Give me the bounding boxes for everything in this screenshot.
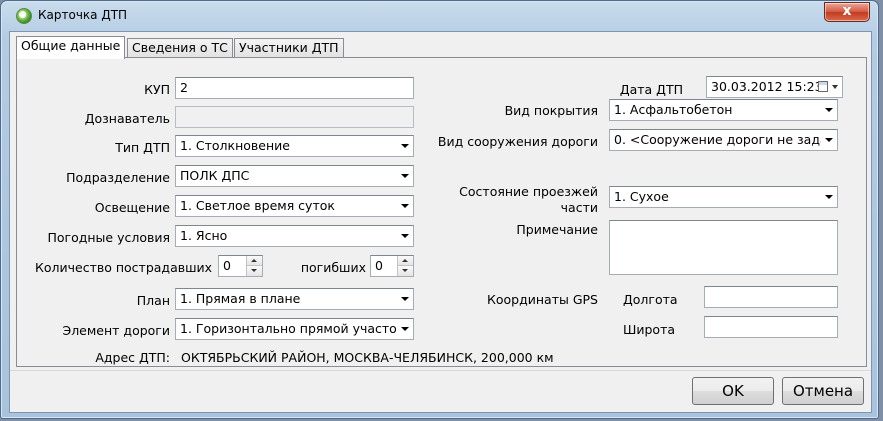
sostoyanie-label-line2: части	[560, 200, 598, 215]
vid-pokrytiya-select[interactable]: 1. Асфальтобетон	[609, 99, 838, 121]
pogibshie-stepper[interactable]: 0	[370, 255, 414, 277]
tab-general-label: Общие данные	[21, 38, 121, 53]
calendar-icon[interactable]	[818, 81, 828, 92]
kup-value: 2	[180, 80, 188, 95]
chevron-down-icon[interactable]	[821, 100, 837, 120]
vid-sooruzheniya-label: Вид сооружения дороги	[437, 134, 598, 149]
kup-input[interactable]: 2	[175, 77, 414, 99]
chevron-down-icon[interactable]	[397, 289, 413, 309]
tab-participants[interactable]: Участники ДТП	[234, 38, 344, 58]
spin-up-icon[interactable]	[247, 256, 262, 266]
primechanie-label: Примечание	[516, 222, 598, 237]
osveshchenie-value: 1. Светлое время суток	[180, 198, 335, 213]
kup-label: КУП	[144, 82, 170, 97]
ok-button[interactable]: OK	[692, 377, 774, 405]
plan-select[interactable]: 1. Прямая в плане	[175, 288, 414, 310]
element-dorogi-value: 1. Горизонтально прямой участок	[180, 321, 405, 336]
dialog-window: Карточка ДТП x Общие данные Сведения о Т…	[0, 0, 879, 419]
postradavshie-stepper[interactable]: 0	[218, 255, 263, 277]
element-dorogi-select[interactable]: 1. Горизонтально прямой участок	[175, 318, 414, 340]
chevron-down-icon[interactable]	[821, 187, 837, 207]
app-icon	[16, 8, 32, 24]
chevron-down-icon[interactable]	[397, 319, 413, 339]
osveshchenie-label: Освещение	[94, 200, 170, 215]
pogoda-select[interactable]: 1. Ясно	[175, 225, 414, 247]
podrazdelenie-value: ПОЛК ДПС	[180, 168, 250, 183]
footer-divider	[10, 370, 871, 371]
gps-label: Координаты GPS	[487, 292, 598, 307]
cancel-button[interactable]: Отмена	[782, 377, 864, 405]
pogibshie-label: погибших	[300, 260, 366, 275]
doznavatel-label: Дознаватель	[84, 111, 170, 126]
podrazdelenie-label: Подразделение	[66, 170, 170, 185]
plan-label: План	[136, 293, 170, 308]
window-title: Карточка ДТП	[38, 8, 128, 22]
doznavatel-input[interactable]	[175, 106, 414, 128]
spin-buttons	[397, 256, 413, 276]
spin-up-icon[interactable]	[398, 256, 413, 266]
dialog-client-area: Общие данные Сведения о ТС Участники ДТП…	[9, 31, 872, 413]
close-button[interactable]: x	[824, 2, 870, 22]
chevron-down-icon[interactable]	[397, 136, 413, 156]
tab-participants-label: Участники ДТП	[239, 40, 339, 55]
general-tab-panel: КУП 2 Дознаватель Тип ДТП 1. Столкновени…	[16, 57, 867, 367]
title-bar[interactable]: Карточка ДТП x	[1, 1, 878, 31]
chevron-down-icon[interactable]	[832, 85, 838, 89]
close-icon: x	[842, 3, 852, 19]
tab-general[interactable]: Общие данные	[16, 36, 126, 59]
shirota-label: Широта	[623, 322, 676, 337]
pogibshie-value: 0	[375, 258, 383, 273]
element-dorogi-label: Элемент дороги	[62, 323, 170, 338]
pogoda-label: Погодные условия	[47, 230, 170, 245]
chevron-down-icon[interactable]	[397, 166, 413, 186]
spin-down-icon[interactable]	[398, 266, 413, 276]
chevron-down-icon[interactable]	[397, 226, 413, 246]
postradavshie-label: Количество пострадавших	[35, 260, 213, 275]
dolgota-label: Долгота	[623, 292, 678, 307]
postradavshie-value: 0	[223, 258, 231, 273]
shirota-input[interactable]	[704, 316, 838, 338]
adres-value: ОКТЯБРЬСКИЙ РАЙОН, МОСКВА-ЧЕЛЯБИНСК, 200…	[181, 350, 554, 365]
osveshchenie-select[interactable]: 1. Светлое время суток	[175, 195, 414, 217]
data-dtp-picker[interactable]: 30.03.2012 15:23	[706, 76, 843, 98]
spin-buttons	[246, 256, 262, 276]
plan-value: 1. Прямая в плане	[180, 291, 301, 306]
podrazdelenie-select[interactable]: ПОЛК ДПС	[175, 165, 414, 187]
pogoda-value: 1. Ясно	[180, 228, 228, 243]
vid-pokrytiya-value: 1. Асфальтобетон	[614, 102, 733, 117]
tip-dtp-select[interactable]: 1. Столкновение	[175, 135, 414, 157]
chevron-down-icon[interactable]	[397, 196, 413, 216]
data-dtp-value: 30.03.2012 15:23	[711, 79, 823, 94]
spin-down-icon[interactable]	[247, 266, 262, 276]
sostoyanie-label-line1: Состояние проезжей	[459, 184, 598, 199]
dolgota-input[interactable]	[704, 286, 838, 308]
tab-vehicles-label: Сведения о ТС	[132, 40, 228, 55]
tab-vehicles[interactable]: Сведения о ТС	[127, 38, 233, 58]
primechanie-textarea[interactable]	[609, 220, 838, 275]
chevron-down-icon[interactable]	[821, 130, 837, 150]
vid-sooruzheniya-value: 0. <Сооружение дороги не задано>	[614, 132, 838, 147]
vid-sooruzheniya-select[interactable]: 0. <Сооружение дороги не задано>	[609, 129, 838, 151]
adres-label: Адрес ДТП:	[95, 350, 170, 365]
tip-dtp-value: 1. Столкновение	[180, 138, 290, 153]
sostoyanie-value: 1. Сухое	[614, 189, 669, 204]
tip-dtp-label: Тип ДТП	[115, 140, 170, 155]
sostoyanie-select[interactable]: 1. Сухое	[609, 186, 838, 208]
vid-pokrytiya-label: Вид покрытия	[504, 103, 598, 118]
data-dtp-label: Дата ДТП	[619, 82, 683, 97]
